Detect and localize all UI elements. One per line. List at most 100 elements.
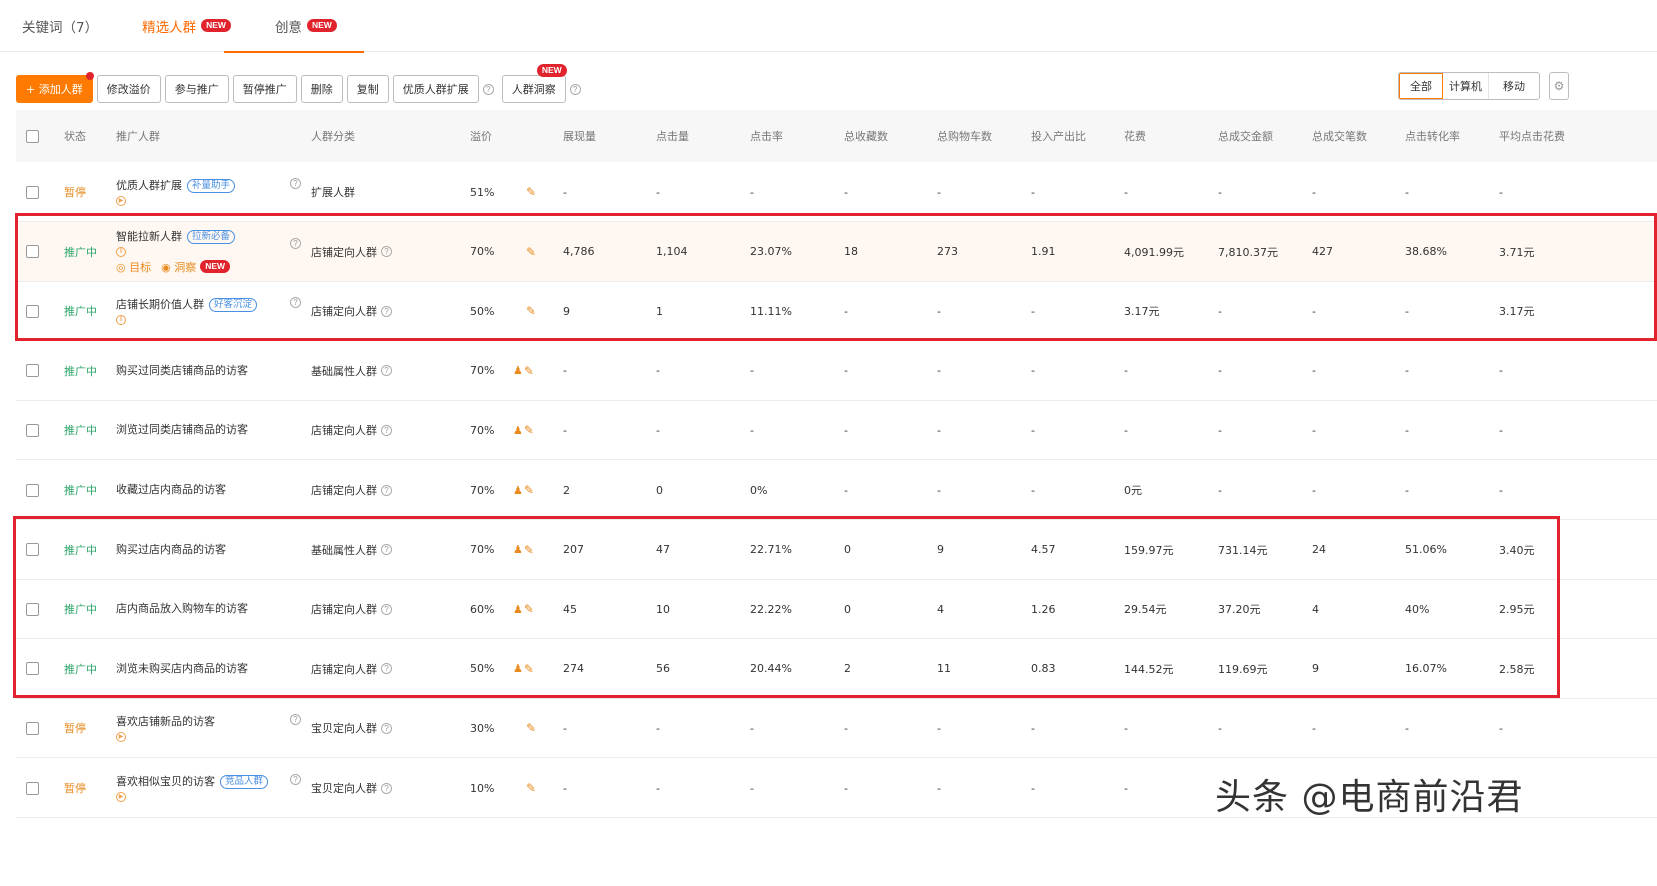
row-checkbox[interactable] bbox=[26, 662, 39, 676]
help-icon[interactable]: ? bbox=[381, 782, 392, 794]
edit-pencil-icon[interactable]: ✎ bbox=[524, 423, 534, 437]
person-icon[interactable]: ♟ bbox=[513, 424, 523, 437]
crowd-name-cell: 收藏过店内商品的访客 bbox=[116, 460, 226, 520]
person-icon[interactable]: ♟ bbox=[513, 603, 523, 616]
edit-premium-button[interactable]: 修改溢价 bbox=[96, 75, 161, 103]
crowd-category-cell: 店铺定向人群? bbox=[311, 281, 392, 341]
copy-button[interactable]: 复制 bbox=[346, 75, 389, 103]
help-icon[interactable]: ? bbox=[381, 424, 392, 436]
help-icon[interactable]: ? bbox=[290, 714, 301, 726]
metric-cpc: 3.40元 bbox=[1499, 543, 1535, 557]
pause-icon[interactable]: ll bbox=[116, 246, 126, 257]
row-checkbox[interactable] bbox=[26, 483, 39, 497]
help-icon[interactable]: ? bbox=[381, 722, 392, 734]
row-checkbox[interactable] bbox=[26, 543, 39, 557]
edit-pencil-icon[interactable]: ✎ bbox=[526, 781, 536, 795]
device-all[interactable]: 全部 bbox=[1399, 73, 1443, 99]
premium-value: 51% bbox=[470, 185, 495, 199]
col-cost: 花费 bbox=[1124, 130, 1146, 143]
help-icon[interactable]: ? bbox=[569, 83, 581, 95]
help-icon[interactable]: ? bbox=[381, 544, 392, 556]
help-icon[interactable]: ? bbox=[381, 663, 392, 675]
metric-cvr: - bbox=[1405, 483, 1409, 497]
tab-bar: 关键词（7） 精选人群 NEW 创意 NEW bbox=[0, 0, 1657, 53]
help-icon[interactable]: ? bbox=[381, 246, 392, 258]
metric-ctr: 22.71% bbox=[750, 543, 792, 557]
premium-value: 10% bbox=[470, 781, 495, 795]
help-icon[interactable]: ? bbox=[290, 297, 301, 309]
col-cpc: 平均点击花费 bbox=[1499, 130, 1565, 143]
metric-orders: - bbox=[1312, 364, 1316, 378]
edit-pencil-icon[interactable]: ✎ bbox=[526, 304, 536, 318]
crowd-category: 扩展人群 bbox=[311, 186, 355, 199]
insight-link[interactable]: ◉ 洞察 bbox=[161, 259, 196, 275]
premium-expand-button[interactable]: 优质人群扩展 bbox=[392, 75, 479, 103]
help-icon[interactable]: ? bbox=[381, 365, 392, 377]
row-checkbox[interactable] bbox=[26, 364, 39, 378]
metric-impr: - bbox=[563, 364, 567, 378]
row-checkbox[interactable] bbox=[26, 185, 39, 199]
row-checkbox[interactable] bbox=[26, 721, 39, 735]
help-icon[interactable]: ? bbox=[381, 305, 392, 317]
crowd-sub-links: ◎ 目标 ◉ 洞察 NEW bbox=[116, 259, 235, 275]
crowd-name-cell: 购买过店内商品的访客 bbox=[116, 520, 226, 580]
row-checkbox[interactable] bbox=[26, 781, 39, 795]
person-icon[interactable]: ♟ bbox=[513, 662, 523, 675]
pause-promotion-button[interactable]: 暂停推广 bbox=[232, 75, 297, 103]
device-computer[interactable]: 计算机 bbox=[1443, 73, 1489, 99]
crowd-category: 店铺定向人群 bbox=[311, 245, 377, 259]
edit-pencil-icon[interactable]: ✎ bbox=[526, 245, 536, 259]
edit-pencil-icon[interactable]: ✎ bbox=[524, 662, 534, 676]
row-checkbox[interactable] bbox=[26, 602, 39, 616]
play-icon[interactable]: ▶ bbox=[116, 792, 126, 802]
help-icon[interactable]: ? bbox=[381, 603, 392, 615]
edit-pencil-icon[interactable]: ✎ bbox=[524, 364, 534, 378]
premium-value: 70% bbox=[470, 245, 495, 259]
edit-pencil-icon[interactable]: ✎ bbox=[524, 543, 534, 557]
person-icon[interactable]: ♟ bbox=[513, 364, 523, 377]
row-checkbox[interactable] bbox=[26, 304, 39, 318]
target-link[interactable]: ◎ 目标 bbox=[116, 259, 151, 275]
edit-pencil-icon[interactable]: ✎ bbox=[526, 185, 536, 199]
play-icon[interactable]: ▶ bbox=[116, 732, 126, 743]
crowd-insight-button[interactable]: 人群洞察 NEW bbox=[501, 64, 567, 103]
help-icon[interactable]: ? bbox=[381, 484, 392, 496]
pause-icon[interactable]: ll bbox=[116, 315, 126, 326]
tab-keywords[interactable]: 关键词（7） bbox=[0, 0, 120, 52]
tab-selected-crowds[interactable]: 精选人群 NEW bbox=[120, 0, 364, 53]
help-icon[interactable]: ? bbox=[290, 178, 301, 189]
add-crowd-button[interactable]: + 添加人群 bbox=[16, 72, 94, 103]
play-icon[interactable]: ▶ bbox=[116, 196, 126, 206]
metric-impr: 9 bbox=[563, 304, 570, 318]
edit-pencil-icon[interactable]: ✎ bbox=[524, 483, 534, 497]
metric-cpc: - bbox=[1499, 364, 1503, 378]
person-icon[interactable]: ♟ bbox=[513, 543, 523, 556]
link-label: 洞察 bbox=[174, 260, 197, 274]
help-icon[interactable]: ? bbox=[482, 83, 494, 95]
metric-cvr: 38.68% bbox=[1405, 245, 1447, 259]
row-checkbox[interactable] bbox=[26, 423, 39, 437]
link-label: 目标 bbox=[129, 260, 152, 274]
help-icon[interactable]: ? bbox=[290, 774, 301, 785]
tab-creative[interactable]: 创意 NEW bbox=[253, 0, 359, 52]
settings-gear-icon[interactable]: ⚙ bbox=[1549, 72, 1569, 100]
metric-impr: - bbox=[563, 185, 567, 199]
status-badge: 推广中 bbox=[64, 662, 97, 676]
person-icon[interactable]: ♟ bbox=[513, 484, 523, 497]
metric-cpc: 3.71元 bbox=[1499, 245, 1535, 259]
help-icon[interactable]: ? bbox=[290, 237, 301, 249]
edit-pencil-icon[interactable]: ✎ bbox=[524, 602, 534, 616]
metric-gmv: - bbox=[1218, 483, 1222, 497]
row-select-cell bbox=[26, 341, 39, 401]
crowd-name: 喜欢店铺新品的访客 bbox=[116, 715, 215, 729]
metric-cart: 273 bbox=[937, 245, 958, 259]
delete-button[interactable]: 删除 bbox=[300, 75, 343, 103]
col-premium: 溢价 bbox=[470, 130, 492, 143]
select-all-checkbox[interactable] bbox=[26, 129, 39, 143]
device-mobile[interactable]: 移动 bbox=[1489, 73, 1539, 99]
join-promotion-button[interactable]: 参与推广 bbox=[164, 75, 229, 103]
edit-pencil-icon[interactable]: ✎ bbox=[526, 721, 536, 735]
metric-gmv: - bbox=[1218, 364, 1222, 378]
table-row: 推广中 收藏过店内商品的访客 店铺定向人群? 70% ♟ ✎ 2 0 0% - - - 0元 - - - - bbox=[16, 460, 1657, 520]
row-checkbox[interactable] bbox=[26, 245, 39, 259]
